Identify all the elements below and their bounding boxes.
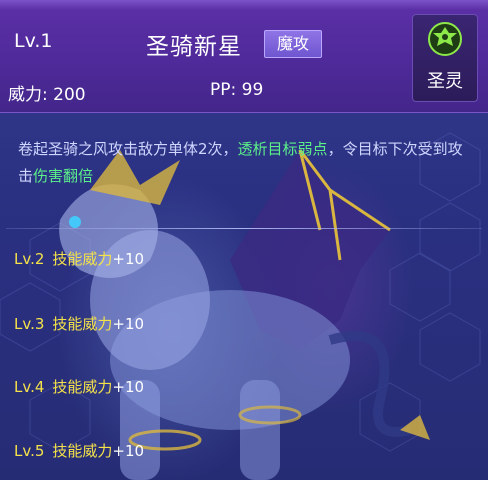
upgrade-value: +10 [112, 378, 145, 396]
holy-spirit-icon [428, 22, 462, 56]
header-gloss [0, 0, 488, 10]
desc-text-1: 卷起圣骑之风攻击敌方单体2次， [18, 140, 238, 158]
skill-pp: PP: 99 [210, 80, 264, 100]
upgrade-level: Lv.2 [14, 250, 45, 268]
upgrade-label: 技能威力 [52, 378, 113, 396]
upgrade-level: Lv.3 [14, 315, 45, 333]
skill-level: Lv.1 [14, 30, 53, 52]
desc-highlight-double-damage: 伤害翻倍 [33, 167, 94, 185]
skill-header: Lv.1 圣骑新星 魔攻 威力: 200 PP: 99 圣灵 [0, 0, 488, 113]
skill-description: 卷起圣骑之风攻击敌方单体2次，透析目标弱点，令目标下次受到攻击伤害翻倍 [18, 136, 470, 190]
upgrade-value: +10 [112, 315, 145, 333]
skill-power: 威力: 200 [8, 85, 86, 105]
upgrade-row: Lv.3 技能威力+10 [14, 313, 144, 334]
upgrade-level: Lv.5 [14, 442, 45, 460]
attribute-name: 圣灵 [427, 71, 463, 92]
desc-highlight-weakness: 透析目标弱点 [237, 140, 328, 158]
upgrade-row: Lv.2 技能威力+10 [14, 248, 144, 269]
upgrade-value: +10 [112, 442, 145, 460]
skill-name: 圣骑新星 [146, 34, 242, 60]
upgrade-value: +10 [112, 250, 145, 268]
upgrade-label: 技能威力 [52, 250, 113, 268]
skill-detail-card: Lv.1 圣骑新星 魔攻 威力: 200 PP: 99 圣灵 卷起圣骑之风攻击敌… [0, 0, 488, 480]
upgrade-label: 技能威力 [52, 315, 113, 333]
upgrade-row: Lv.5 技能威力+10 [14, 440, 144, 461]
upgrade-label: 技能威力 [52, 442, 113, 460]
attribute-badge: 圣灵 [412, 14, 478, 102]
skill-type-badge: 魔攻 [264, 30, 322, 58]
upgrade-row: Lv.4 技能威力+10 [14, 376, 144, 397]
upgrade-level: Lv.4 [14, 378, 45, 396]
section-divider [6, 228, 482, 229]
